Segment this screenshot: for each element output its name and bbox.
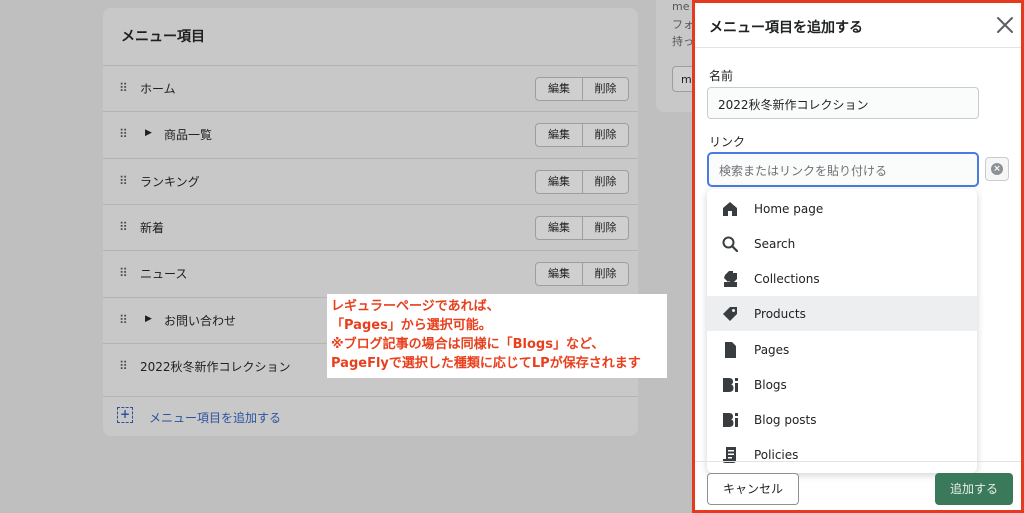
option-search[interactable]: Search [707,226,977,261]
drag-handle-icon[interactable]: ⠿ [119,313,128,327]
option-collections[interactable]: Collections [707,261,977,296]
option-label: Policies [754,448,799,462]
delete-button[interactable]: 削除 [582,263,628,285]
option-label: Products [754,307,806,321]
add-menu-item-label: メニュー項目を追加する [149,411,282,425]
clear-icon: × [991,163,1003,175]
row-actions: 編集 削除 [535,216,629,240]
link-label: リンク [709,135,746,149]
menu-row-label: 新着 [140,221,165,235]
annotation-line: PageFlyで選択した種類に応じてLPが保存されます [331,356,641,371]
option-label: Collections [754,272,820,286]
menu-row-new[interactable]: ⠿ 新着 編集 削除 [103,204,638,251]
add-menu-item-modal: メニュー項目を追加する 名前 2022秋冬新作コレクション リンク 検索またはリ… [692,0,1024,513]
edit-button[interactable]: 編集 [536,124,582,146]
drag-handle-icon[interactable]: ⠿ [119,174,128,188]
menu-row-news[interactable]: ⠿ ニュース 編集 削除 [103,250,638,297]
option-policies[interactable]: Policies [707,437,977,472]
delete-button[interactable]: 削除 [582,217,628,239]
menu-row-label: ランキング [140,175,200,189]
option-blogs[interactable]: Blogs [707,367,977,402]
delete-button[interactable]: 削除 [582,124,628,146]
add-button[interactable]: 追加する [935,473,1013,505]
add-menu-item-link[interactable]: + メニュー項目を追加する [103,396,638,436]
add-icon: + [117,407,133,423]
link-options-dropdown: Home page Search Collections Products Pa… [707,189,977,473]
option-label: Pages [754,343,790,357]
menu-row-ranking[interactable]: ⠿ ランキング 編集 削除 [103,158,638,205]
side-card-text: 持っ [672,35,694,48]
search-icon [722,236,739,253]
expand-arrow-icon[interactable]: ▶ [145,314,152,324]
modal-footer-divider [695,461,1021,462]
option-blog-posts[interactable]: Blog posts [707,402,977,437]
menu-row-label: ニュース [140,267,188,281]
annotation-line: ※ブログ記事の場合は同様に「Blogs」など、 [331,337,605,352]
edit-button[interactable]: 編集 [536,263,582,285]
link-search-input[interactable]: 検索またはリンクを貼り付ける [707,152,979,187]
page-icon [725,342,736,358]
home-icon [723,202,737,216]
menu-row-products[interactable]: ⠿ ▶ 商品一覧 編集 削除 [103,111,638,158]
drag-handle-icon[interactable]: ⠿ [119,359,128,373]
edit-button[interactable]: 編集 [536,78,582,100]
option-label: Search [754,237,796,251]
edit-button[interactable]: 編集 [536,171,582,193]
cancel-button[interactable]: キャンセル [707,473,799,505]
menu-row-label: ホーム [140,82,176,96]
row-actions: 編集 削除 [535,170,629,194]
option-pages[interactable]: Pages [707,332,977,367]
menu-row-label: 2022秋冬新作コレクション [140,360,291,374]
side-card-text: me [672,0,690,13]
drag-handle-icon[interactable]: ⠿ [119,220,128,234]
drag-handle-icon[interactable]: ⠿ [119,81,128,95]
drag-handle-icon[interactable]: ⠿ [119,266,128,280]
annotation-line: レギュラーページであれば、 [331,299,500,314]
row-actions: 編集 削除 [535,77,629,101]
annotation-note: レギュラーページであれば、 「Pages」から選択可能。 ※ブログ記事の場合は同… [327,294,667,378]
close-icon[interactable] [995,15,1015,35]
modal-title: メニュー項目を追加する [709,20,863,36]
menu-items-title: メニュー項目 [121,29,205,45]
option-label: Blog posts [754,413,817,427]
option-label: Home page [754,202,824,216]
annotation-line: 「Pages」から選択可能。 [331,318,492,333]
drag-handle-icon[interactable]: ⠿ [119,127,128,141]
side-card-text: フォ [672,18,694,31]
option-products[interactable]: Products [707,296,977,331]
clear-link-button[interactable]: × [985,157,1009,181]
expand-arrow-icon[interactable]: ▶ [145,128,152,138]
tag-icon [723,307,737,321]
collections-icon [724,271,737,287]
option-label: Blogs [754,378,787,392]
option-home-page[interactable]: Home page [707,191,977,226]
menu-row-home[interactable]: ⠿ ホーム 編集 削除 [103,65,638,112]
name-label: 名前 [709,69,734,83]
row-actions: 編集 削除 [535,262,629,286]
blog-icon [723,378,738,392]
menu-row-label: お問い合わせ [164,314,237,328]
row-actions: 編集 削除 [535,123,629,147]
edit-button[interactable]: 編集 [536,217,582,239]
menu-row-label: 商品一覧 [164,128,213,142]
delete-button[interactable]: 削除 [582,171,628,193]
modal-header-divider [695,47,1021,48]
name-input[interactable]: 2022秋冬新作コレクション [707,87,979,119]
blog-post-icon [723,413,738,427]
delete-button[interactable]: 削除 [582,78,628,100]
